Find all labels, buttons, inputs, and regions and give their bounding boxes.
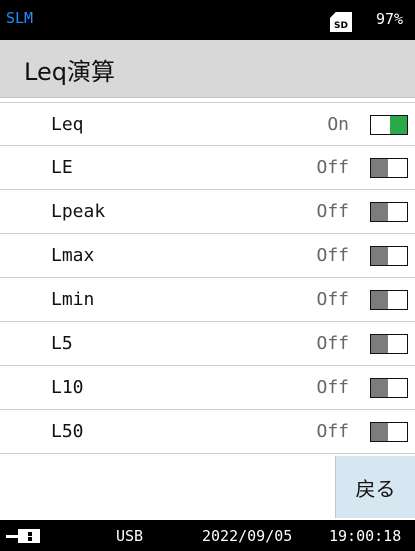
battery-level: 97% (376, 10, 404, 28)
toggle-knob (390, 116, 407, 134)
setting-label: L10 (51, 377, 84, 398)
setting-row-lpeak[interactable]: Lpeak Off (0, 190, 415, 234)
page-title: Leq演算 (24, 58, 115, 86)
setting-value: Off (316, 289, 349, 310)
connector-icon (6, 529, 42, 543)
sd-card-label: SD (334, 21, 348, 31)
settings-list: Leq On LE Off Lpeak Off Lmax Off Lmin Of… (0, 102, 415, 454)
toggle-knob (371, 291, 388, 309)
toggle-switch[interactable] (370, 422, 408, 442)
toggle-switch[interactable] (370, 334, 408, 354)
toggle-switch[interactable] (370, 115, 408, 135)
setting-row-l10[interactable]: L10 Off (0, 366, 415, 410)
usb-label: USB (116, 527, 144, 545)
setting-row-l50[interactable]: L50 Off (0, 410, 415, 454)
setting-value: Off (316, 377, 349, 398)
setting-value: Off (316, 421, 349, 442)
setting-label: L5 (51, 333, 73, 354)
back-button[interactable]: 戻る (335, 456, 415, 518)
setting-value: Off (316, 201, 349, 222)
app-tag: SLM (6, 9, 34, 27)
setting-value: Off (316, 157, 349, 178)
date-display: 2022/09/05 (202, 527, 293, 545)
toggle-knob (371, 335, 388, 353)
setting-value: Off (316, 245, 349, 266)
setting-row-lmin[interactable]: Lmin Off (0, 278, 415, 322)
toggle-switch[interactable] (370, 158, 408, 178)
toggle-switch[interactable] (370, 290, 408, 310)
setting-label: Lmin (51, 289, 95, 310)
setting-row-le[interactable]: LE Off (0, 146, 415, 190)
setting-value: Off (316, 333, 349, 354)
setting-row-lmax[interactable]: Lmax Off (0, 234, 415, 278)
sd-card-icon: SD (330, 12, 352, 32)
toggle-switch[interactable] (370, 202, 408, 222)
bottom-status-bar: USB 2022/09/05 19:00:18 (0, 520, 415, 551)
toggle-knob (371, 159, 388, 177)
setting-value: On (327, 114, 349, 135)
setting-label: Lpeak (51, 201, 106, 222)
toggle-knob (371, 379, 388, 397)
setting-label: L50 (51, 421, 84, 442)
setting-row-l5[interactable]: L5 Off (0, 322, 415, 366)
toggle-switch[interactable] (370, 378, 408, 398)
setting-label: Lmax (51, 245, 95, 266)
toggle-switch[interactable] (370, 246, 408, 266)
time-display: 19:00:18 (329, 527, 402, 545)
toggle-knob (371, 203, 388, 221)
title-bar: Leq演算 (0, 40, 415, 98)
setting-label: Leq (51, 114, 84, 135)
status-bar: SLM SD 97% (0, 0, 415, 40)
toggle-knob (371, 247, 388, 265)
setting-row-leq[interactable]: Leq On (0, 102, 415, 146)
toggle-knob (371, 423, 388, 441)
setting-label: LE (51, 157, 73, 178)
